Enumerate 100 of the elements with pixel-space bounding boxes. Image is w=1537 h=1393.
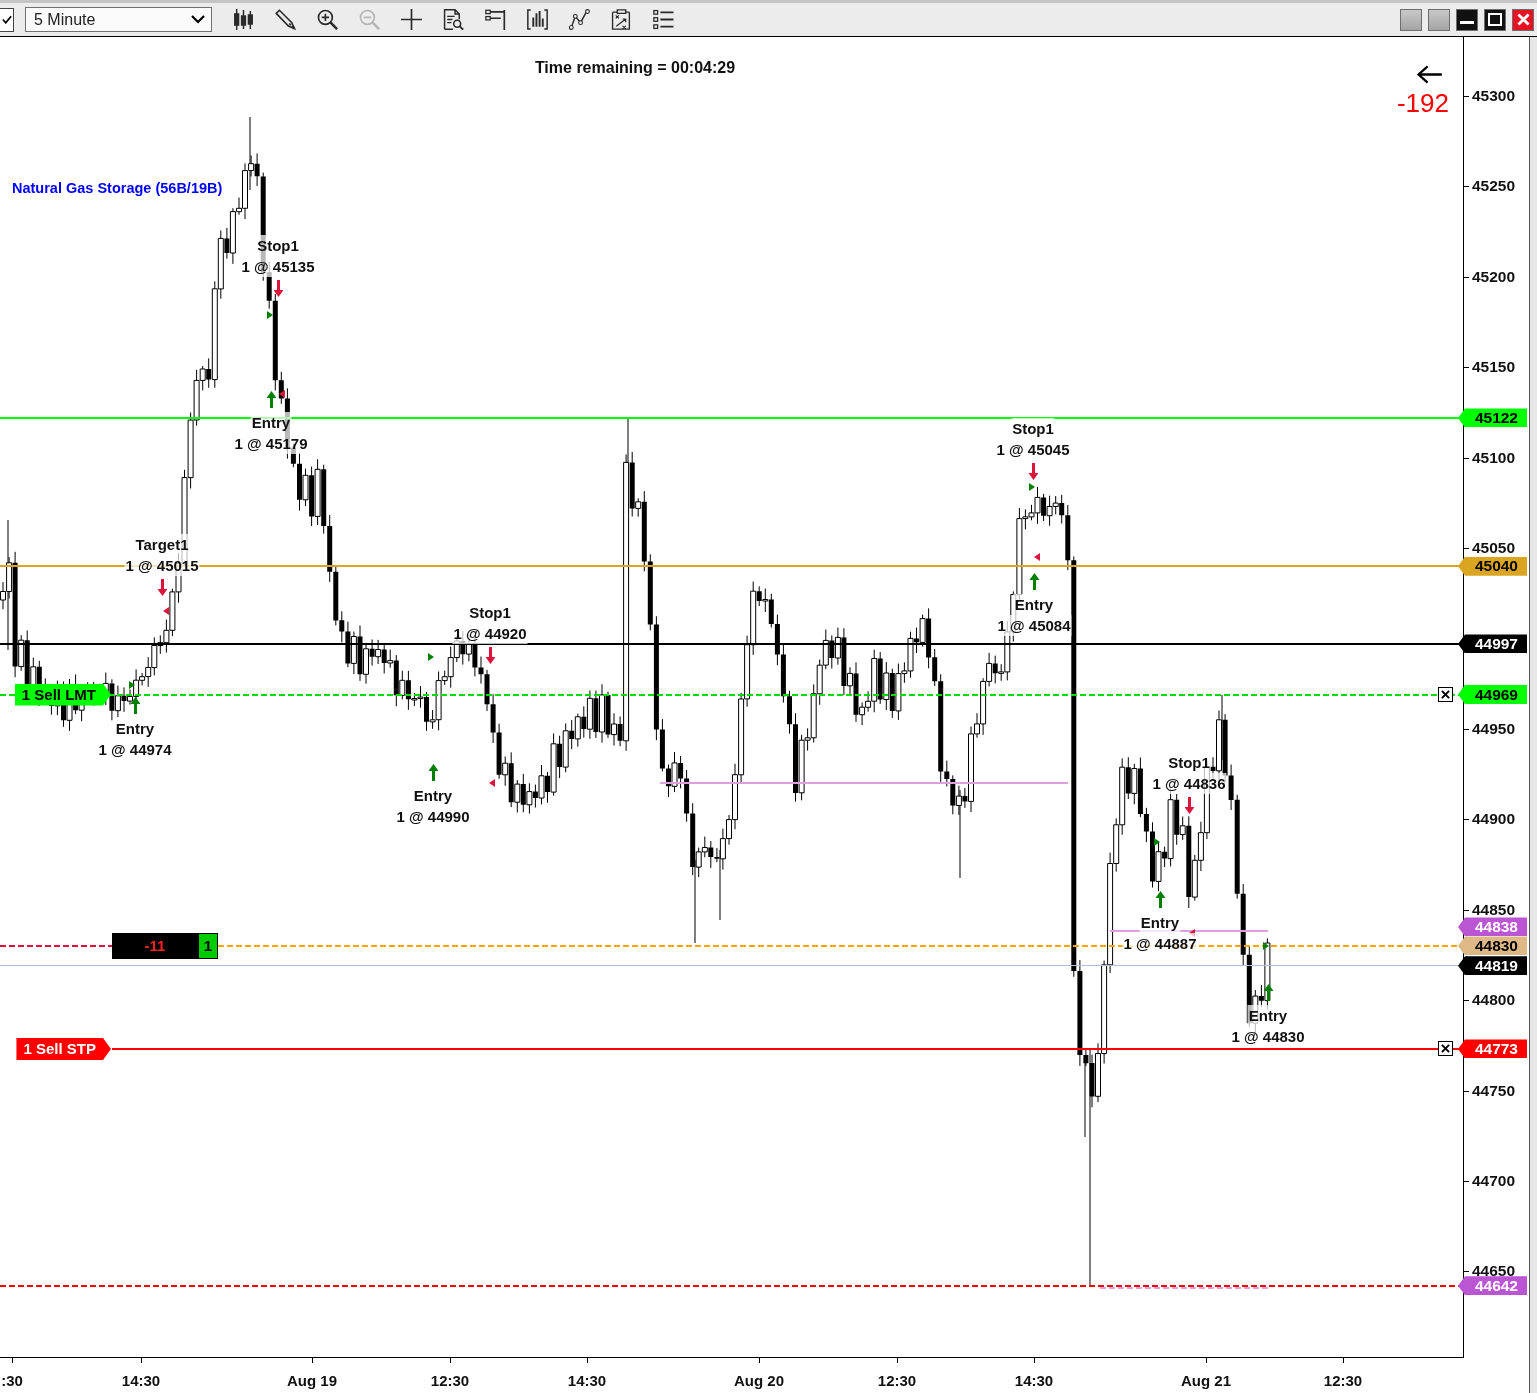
time-tick-label: 14:30: [1014, 1372, 1054, 1390]
line-chart-icon: [568, 9, 590, 30]
panel-icon: [484, 9, 506, 30]
execution-name: Stop1: [1011, 418, 1055, 439]
up-arrow-icon: [130, 697, 140, 714]
crosshair-icon: [400, 9, 422, 30]
execution-fill: 1 @ 45179: [233, 433, 309, 454]
time-tick-label: 12:30: [877, 1372, 917, 1390]
price-marker: 44642: [1458, 1276, 1527, 1296]
position-quantity-label: 1: [198, 932, 218, 959]
document-search-icon: [442, 9, 464, 30]
price-tick-label: 45200: [1472, 267, 1516, 286]
candlestick-icon: [232, 9, 254, 30]
price-marker: 44830: [1458, 936, 1527, 956]
execution-fill: 1 @ 44836: [1151, 773, 1227, 794]
fill-triangle-icon: [163, 607, 169, 615]
maximize-button[interactable]: [1484, 8, 1506, 31]
tick-icon: [1, 15, 12, 24]
zoom-in-icon: [316, 9, 338, 30]
time-tick-label: :30: [1, 1372, 23, 1390]
pnl-value: -192: [1396, 88, 1449, 118]
minimize-button[interactable]: [1456, 8, 1478, 31]
fill-triangle-icon: [428, 653, 434, 661]
fill-triangle-icon: [1029, 483, 1035, 491]
list-icon: [652, 9, 674, 30]
time-tick-label: 12:30: [430, 1372, 470, 1390]
chevron-down-icon: [191, 15, 205, 24]
fill-triangle-icon: [1154, 838, 1160, 846]
fill-triangle-icon: [489, 779, 495, 787]
price-tick-label: 44900: [1472, 810, 1516, 829]
price-tick-label: 44700: [1472, 1171, 1516, 1190]
indicator-label: Natural Gas Storage (56B/19B): [12, 179, 223, 197]
price-marker: 44997: [1458, 634, 1527, 654]
time-tick-label: Aug 21: [1181, 1372, 1231, 1390]
execution-name: Target1: [134, 534, 190, 555]
position-pnl-label: -11: [112, 932, 198, 959]
execution-name: Entry: [250, 412, 292, 433]
up-arrow-icon: [1155, 891, 1165, 908]
price-tick-label: 45050: [1472, 539, 1516, 558]
minimize-icon: [1460, 21, 1474, 24]
down-arrow-icon: [157, 579, 167, 596]
close-icon: [1516, 13, 1530, 26]
execution-fill: 1 @ 45084: [996, 615, 1072, 636]
close-order-button[interactable]: [1438, 1041, 1453, 1057]
fill-triangle-icon: [129, 681, 135, 689]
price-tick-label: 44800: [1472, 991, 1516, 1010]
close-button[interactable]: [1512, 8, 1534, 31]
execution-fill: 1 @ 44830: [1230, 1026, 1306, 1047]
interval-dropdown[interactable]: 5 Minute: [25, 7, 212, 32]
execution-fill: 1 @ 45135: [240, 256, 316, 277]
execution-fill: 1 @ 44887: [1122, 933, 1198, 954]
tile-button[interactable]: [1428, 8, 1450, 31]
fill-triangle-icon: [1034, 553, 1040, 561]
bar-chart-icon: [526, 9, 548, 30]
down-arrow-icon: [485, 647, 495, 664]
down-arrow-icon: [1028, 463, 1038, 480]
price-tick-label: 44950: [1472, 719, 1516, 738]
time-tick-label: 12:30: [1323, 1372, 1363, 1390]
maximize-icon: [1488, 13, 1502, 26]
fill-triangle-icon: [267, 311, 273, 319]
left-arrow-icon: [1416, 65, 1443, 84]
price-marker: 44819: [1458, 956, 1527, 976]
up-arrow-icon: [428, 764, 438, 781]
execution-name: Stop1: [256, 235, 300, 256]
down-arrow-icon: [1184, 797, 1194, 814]
price-tick-label: 45300: [1472, 87, 1516, 105]
zoom-out-icon: [358, 9, 380, 30]
up-arrow-icon: [266, 391, 276, 408]
tile-button[interactable]: [1400, 8, 1422, 31]
up-arrow-icon: [1029, 573, 1039, 590]
timer-label: Time remaining = 00:04:29: [534, 58, 736, 77]
pencil-icon: [274, 9, 296, 30]
order-flag[interactable]: 1 Sell STP: [16, 1037, 111, 1060]
close-order-button[interactable]: [1438, 687, 1453, 703]
price-tick-label: 45150: [1472, 358, 1516, 377]
time-tick-label: Aug 19: [287, 1372, 337, 1390]
price-tick-label: 44750: [1472, 1081, 1516, 1100]
execution-name: Entry: [1013, 594, 1055, 615]
close-icon: [1441, 690, 1450, 700]
order-flag[interactable]: 1 Sell LMT: [14, 683, 111, 706]
execution-name: Entry: [1247, 1005, 1289, 1026]
price-marker: 44838: [1458, 917, 1527, 937]
price-marker: 44969: [1458, 685, 1527, 705]
price-tick-label: 44850: [1472, 900, 1516, 919]
document-chart-icon: [610, 9, 632, 30]
time-tick-label: 14:30: [121, 1372, 161, 1390]
down-arrow-icon: [273, 280, 283, 297]
up-arrow-icon: [1263, 984, 1273, 1001]
price-tick-label: 45250: [1472, 177, 1516, 196]
time-tick-label: 14:30: [567, 1372, 607, 1390]
price-marker: 45122: [1458, 408, 1527, 428]
price-tick-label: 45100: [1472, 448, 1516, 467]
fill-triangle-icon: [279, 390, 285, 398]
check-button[interactable]: [0, 7, 14, 32]
price-marker: 44773: [1458, 1039, 1527, 1059]
fill-triangle-icon: [1263, 942, 1269, 950]
time-tick-label: Aug 20: [734, 1372, 784, 1390]
execution-fill: 1 @ 45015: [124, 555, 200, 576]
close-icon: [1441, 1044, 1450, 1054]
price-marker: 45040: [1458, 556, 1527, 576]
